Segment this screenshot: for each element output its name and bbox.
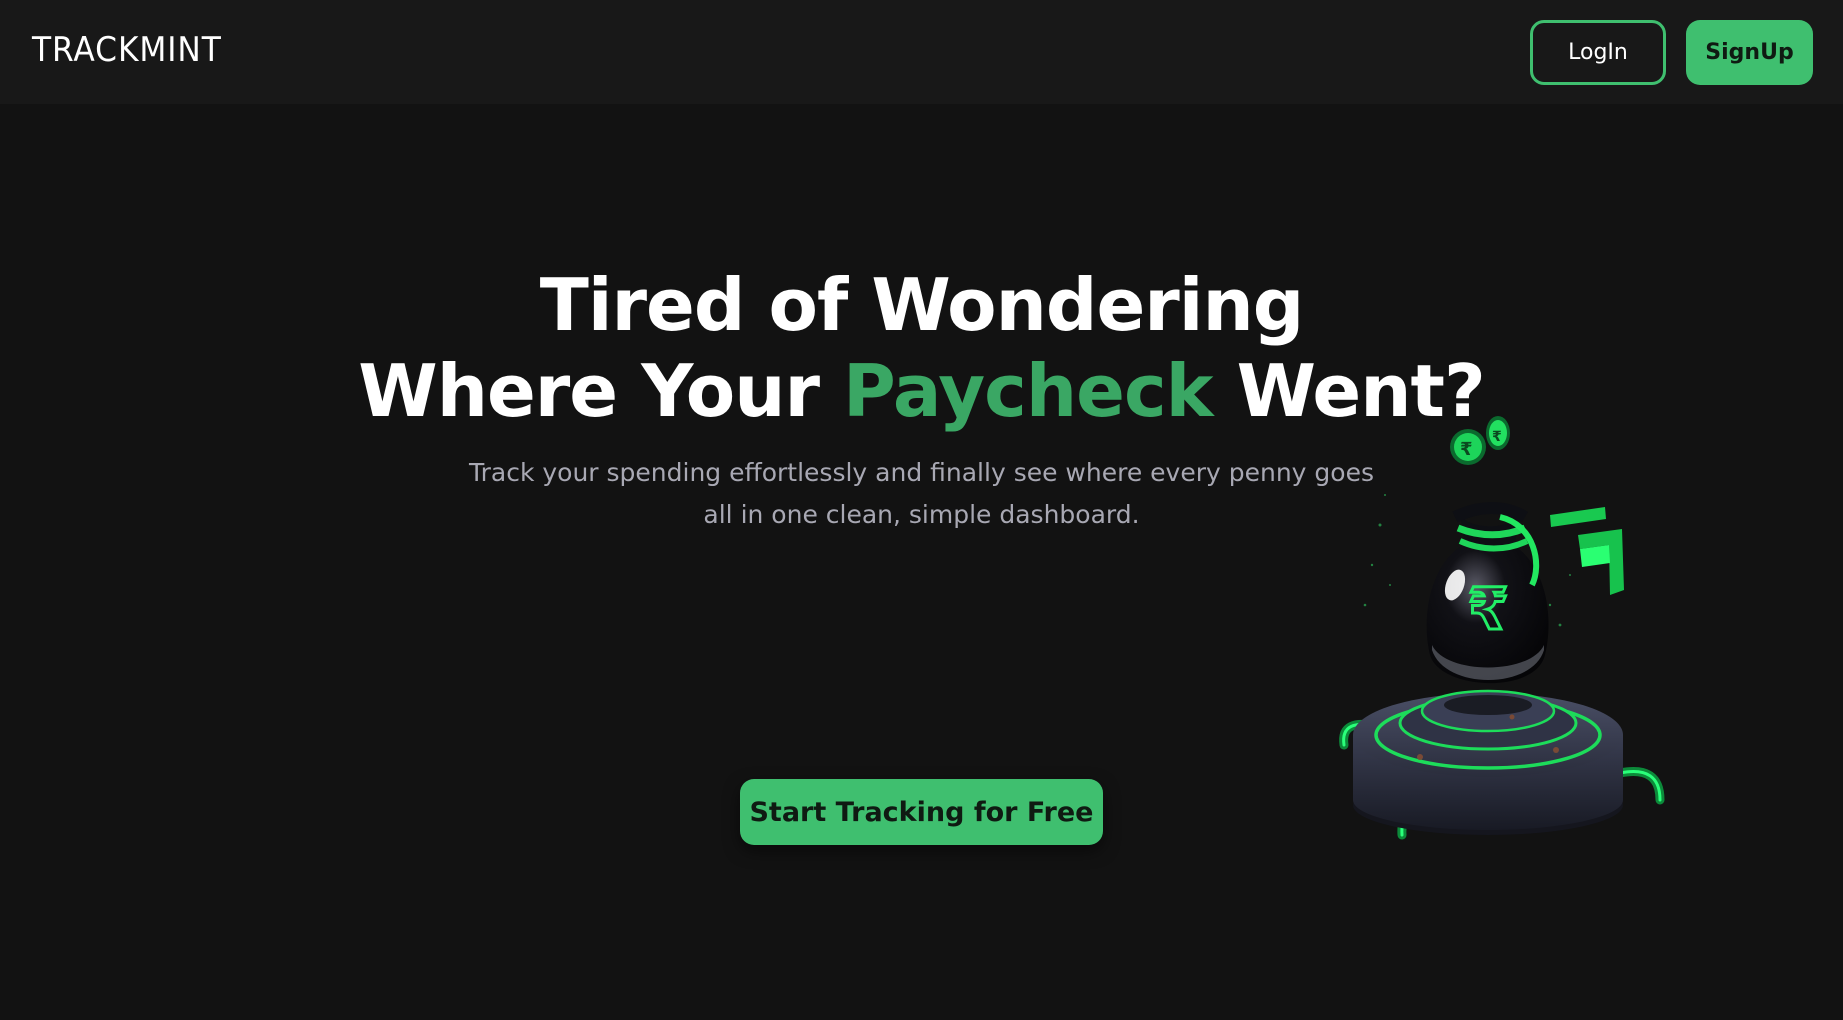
signup-button[interactable]: SignUp	[1686, 20, 1813, 85]
top-navbar: TRACKMINT LogIn SignUp	[0, 0, 1843, 104]
money-bag-rupee-icon: ₹ ₹ ₹	[1339, 416, 1665, 840]
start-tracking-button[interactable]: Start Tracking for Free	[740, 779, 1103, 845]
brand-logo[interactable]: TRACKMINT	[32, 30, 222, 70]
hero-headline-line1: Tired of Wondering	[539, 263, 1305, 347]
hero-subtitle-line2: all in one clean, simple dashboard.	[703, 500, 1140, 529]
hero-headline-accent: Paycheck	[843, 349, 1213, 433]
login-button[interactable]: LogIn	[1530, 20, 1666, 85]
hero-headline-line2-prefix: Where Your	[358, 349, 844, 433]
coin-rupee-symbol-2: ₹	[1492, 429, 1502, 445]
coin-rupee-symbol: ₹	[1460, 439, 1473, 460]
hero-subtitle-line1: Track your spending effortlessly and fin…	[469, 458, 1374, 487]
svg-text:₹: ₹	[1468, 575, 1508, 643]
